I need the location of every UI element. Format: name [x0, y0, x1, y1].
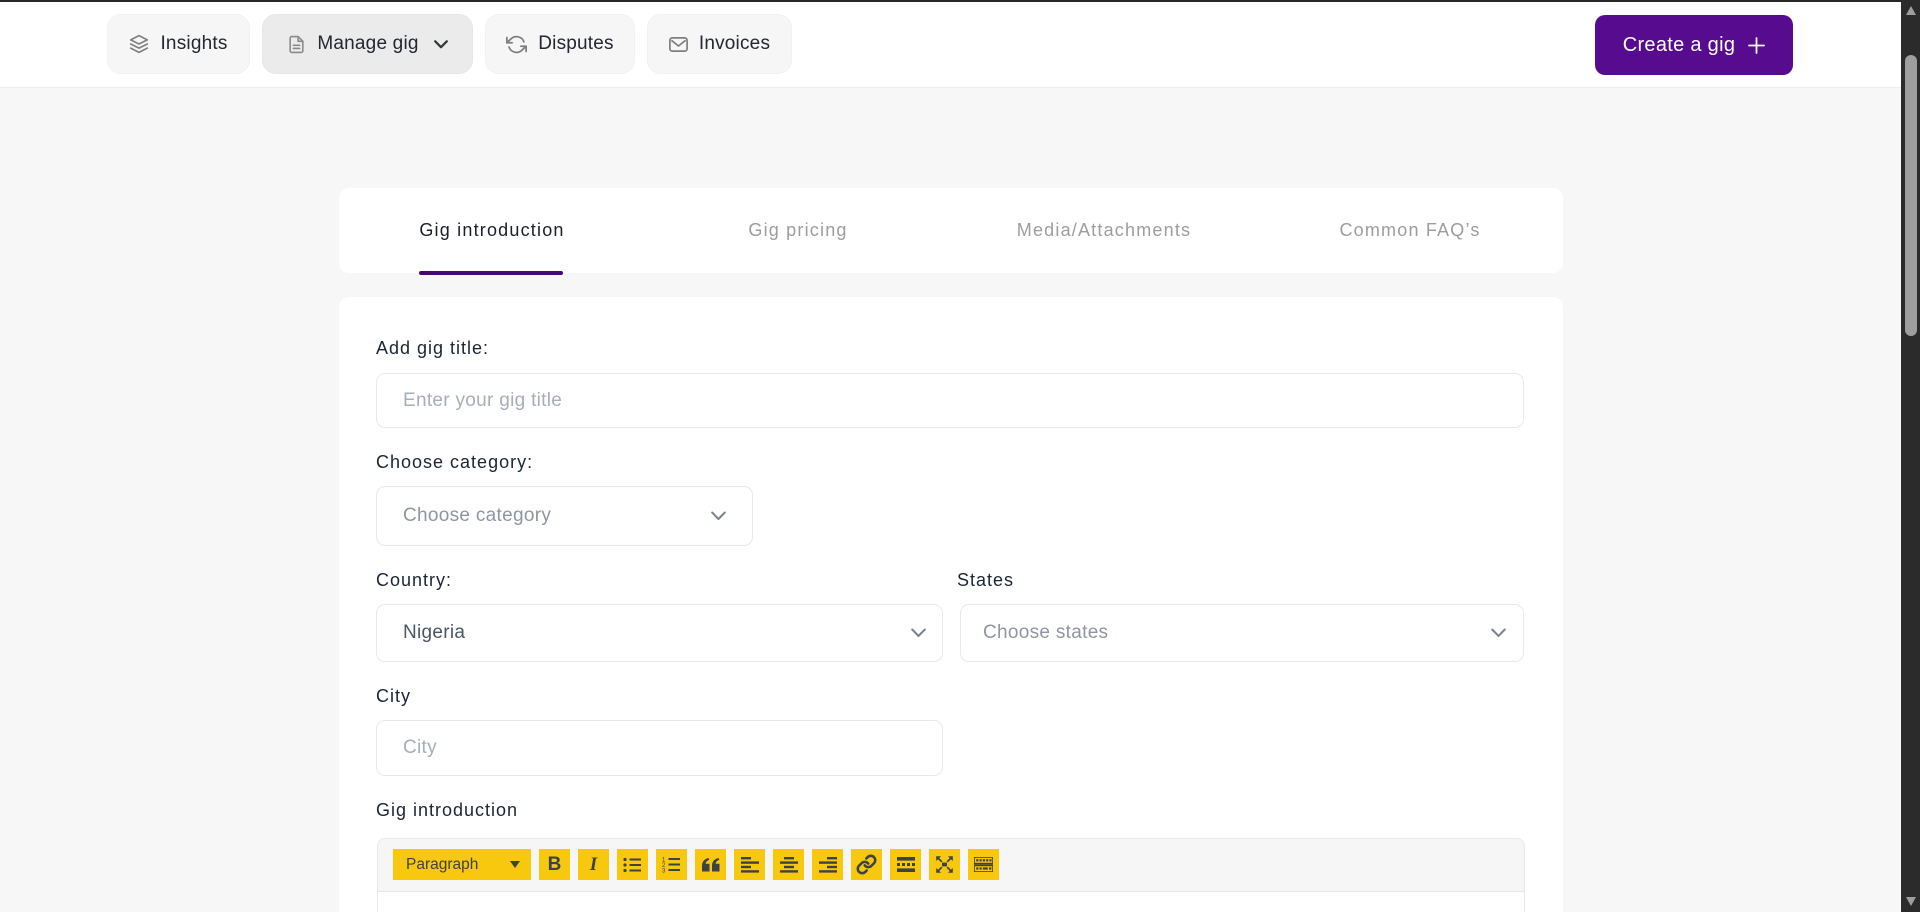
svg-text:3: 3 — [662, 869, 666, 874]
